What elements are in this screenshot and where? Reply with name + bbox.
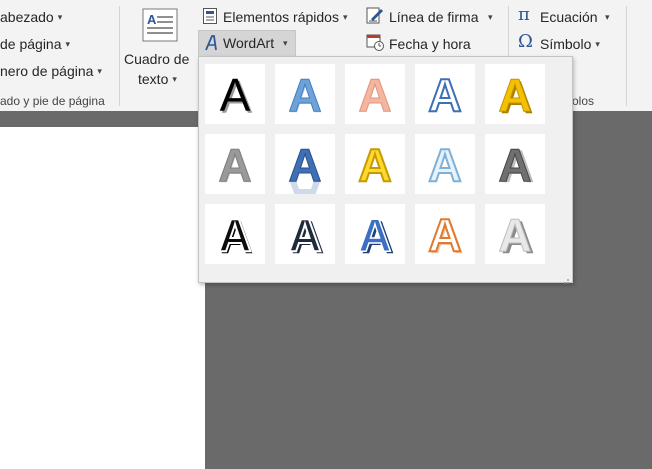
wordart-style-outline-orange[interactable]: AA: [415, 204, 475, 264]
chevron-down-icon: ▾: [605, 12, 610, 22]
svg-text:A: A: [218, 139, 251, 191]
wordart-style-fill-blue-3d[interactable]: AA: [345, 204, 405, 264]
wordart-style-fill-black-outline[interactable]: AA: [205, 204, 265, 264]
chevron-down-icon: ▾: [595, 39, 600, 49]
letter-a-icon: AA: [427, 208, 463, 263]
header-label: abezado: [0, 9, 54, 25]
svg-text:A: A: [428, 209, 461, 261]
wordart-style-fill-gold[interactable]: AA: [485, 64, 545, 124]
footer-button[interactable]: de página ▾: [0, 35, 70, 55]
wordart-style-fill-blue-gradient[interactable]: AA: [275, 64, 335, 124]
symbol-label: Símbolo: [540, 36, 592, 52]
svg-text:A: A: [498, 209, 531, 261]
pi-icon: π: [518, 4, 530, 25]
chevron-down-icon: ▾: [283, 38, 288, 48]
svg-text:A: A: [358, 209, 391, 261]
svg-text:A: A: [498, 139, 531, 191]
wordart-style-fill-orange-soft[interactable]: A: [345, 64, 405, 124]
letter-a-icon: AA: [217, 208, 253, 263]
svg-text:A: A: [147, 12, 157, 27]
wordart-gallery: AAAAAAAAAAAAAAAAAAAAAAAAAAA: [198, 56, 573, 284]
letter-a-icon: AA: [288, 69, 323, 123]
wordart-style-outline-light-blue[interactable]: A: [415, 134, 475, 194]
chevron-down-icon: ▾: [65, 39, 71, 49]
letter-a-icon: A: [357, 138, 392, 192]
wordart-style-fill-black-shadow[interactable]: AA: [205, 64, 265, 124]
wordart-style-outline-blue[interactable]: AA: [415, 64, 475, 124]
wordart-button[interactable]: WordArt ▾: [198, 30, 296, 58]
page-number-label: nero de página: [0, 63, 94, 79]
svg-text:A: A: [288, 209, 321, 261]
text-box-button[interactable]: texto ▾: [138, 70, 177, 90]
wordart-style-fill-gray-bevel[interactable]: AA: [485, 134, 545, 194]
resize-grip-icon[interactable]: [561, 271, 569, 284]
letter-a-icon: A: [427, 138, 462, 192]
chevron-down-icon: ▾: [488, 12, 493, 22]
chevron-down-icon: ▾: [172, 74, 177, 84]
chevron-down-icon: ▾: [97, 66, 102, 76]
wordart-style-fill-gray-gradient[interactable]: AA: [205, 134, 265, 194]
wordart-label: WordArt: [223, 35, 275, 51]
equation-label[interactable]: Ecuación: [540, 8, 598, 26]
header-button[interactable]: abezado ▾: [0, 8, 62, 28]
text-box-label-line2: texto: [138, 71, 169, 87]
text-box-label-line1[interactable]: Cuadro de: [124, 50, 189, 68]
chevron-down-icon: ▾: [342, 12, 348, 22]
svg-text:A: A: [218, 209, 251, 261]
svg-text:A: A: [428, 139, 461, 191]
wordart-icon: [204, 35, 218, 56]
svg-text:A: A: [220, 69, 251, 121]
calendar-clock-icon: [366, 33, 384, 51]
equation-dropdown[interactable]: ▾: [605, 8, 610, 28]
wordart-style-fill-blue-reflection[interactable]: AA: [275, 134, 335, 194]
svg-text:A: A: [428, 69, 461, 121]
omega-icon: Ω: [518, 31, 533, 52]
quick-parts-label: Elementos rápidos: [223, 9, 339, 25]
header-footer-group-label: ado y pie de página: [0, 94, 105, 108]
footer-label: de página: [0, 36, 62, 52]
symbols-group-label: olos: [572, 94, 595, 108]
signature-line-icon: [366, 6, 384, 24]
symbol-button[interactable]: Símbolo ▾: [540, 35, 600, 55]
letter-a-icon: A: [358, 69, 392, 122]
document-margin: [0, 111, 205, 127]
letter-a-icon: AA: [358, 208, 395, 263]
svg-text:A: A: [288, 139, 321, 191]
signature-line-dropdown[interactable]: ▾: [488, 8, 493, 28]
wordart-style-fill-yellow-outline[interactable]: A: [345, 134, 405, 194]
letter-a-icon: AA: [218, 139, 253, 193]
chevron-down-icon: ▾: [57, 12, 63, 22]
letter-a-icon: AA: [288, 139, 322, 195]
quick-parts-icon: [203, 8, 217, 24]
svg-text:A: A: [498, 69, 531, 121]
quick-parts-button[interactable]: Elementos rápidos ▾: [223, 8, 347, 28]
document-page[interactable]: [0, 127, 205, 469]
signature-line-label[interactable]: Línea de firma: [389, 8, 479, 26]
date-time-button[interactable]: Fecha y hora: [389, 35, 471, 53]
svg-text:A: A: [288, 69, 321, 121]
text-box-icon: A: [142, 8, 178, 42]
letter-a-icon: AA: [498, 69, 534, 124]
letter-a-icon: AA: [287, 208, 324, 263]
svg-text:A: A: [358, 69, 391, 121]
letter-a-icon: AA: [498, 209, 535, 264]
svg-text:A: A: [358, 139, 391, 191]
group-divider: [119, 6, 120, 106]
wordart-style-fill-white-bevel[interactable]: AA: [485, 204, 545, 264]
group-divider: [626, 6, 627, 106]
letter-a-icon: AA: [427, 68, 462, 122]
wordart-style-fill-dark-blue-outline[interactable]: AA: [275, 204, 335, 264]
page-number-button[interactable]: nero de página ▾: [0, 62, 102, 82]
letter-a-icon: AA: [220, 69, 253, 123]
letter-a-icon: AA: [498, 139, 535, 193]
